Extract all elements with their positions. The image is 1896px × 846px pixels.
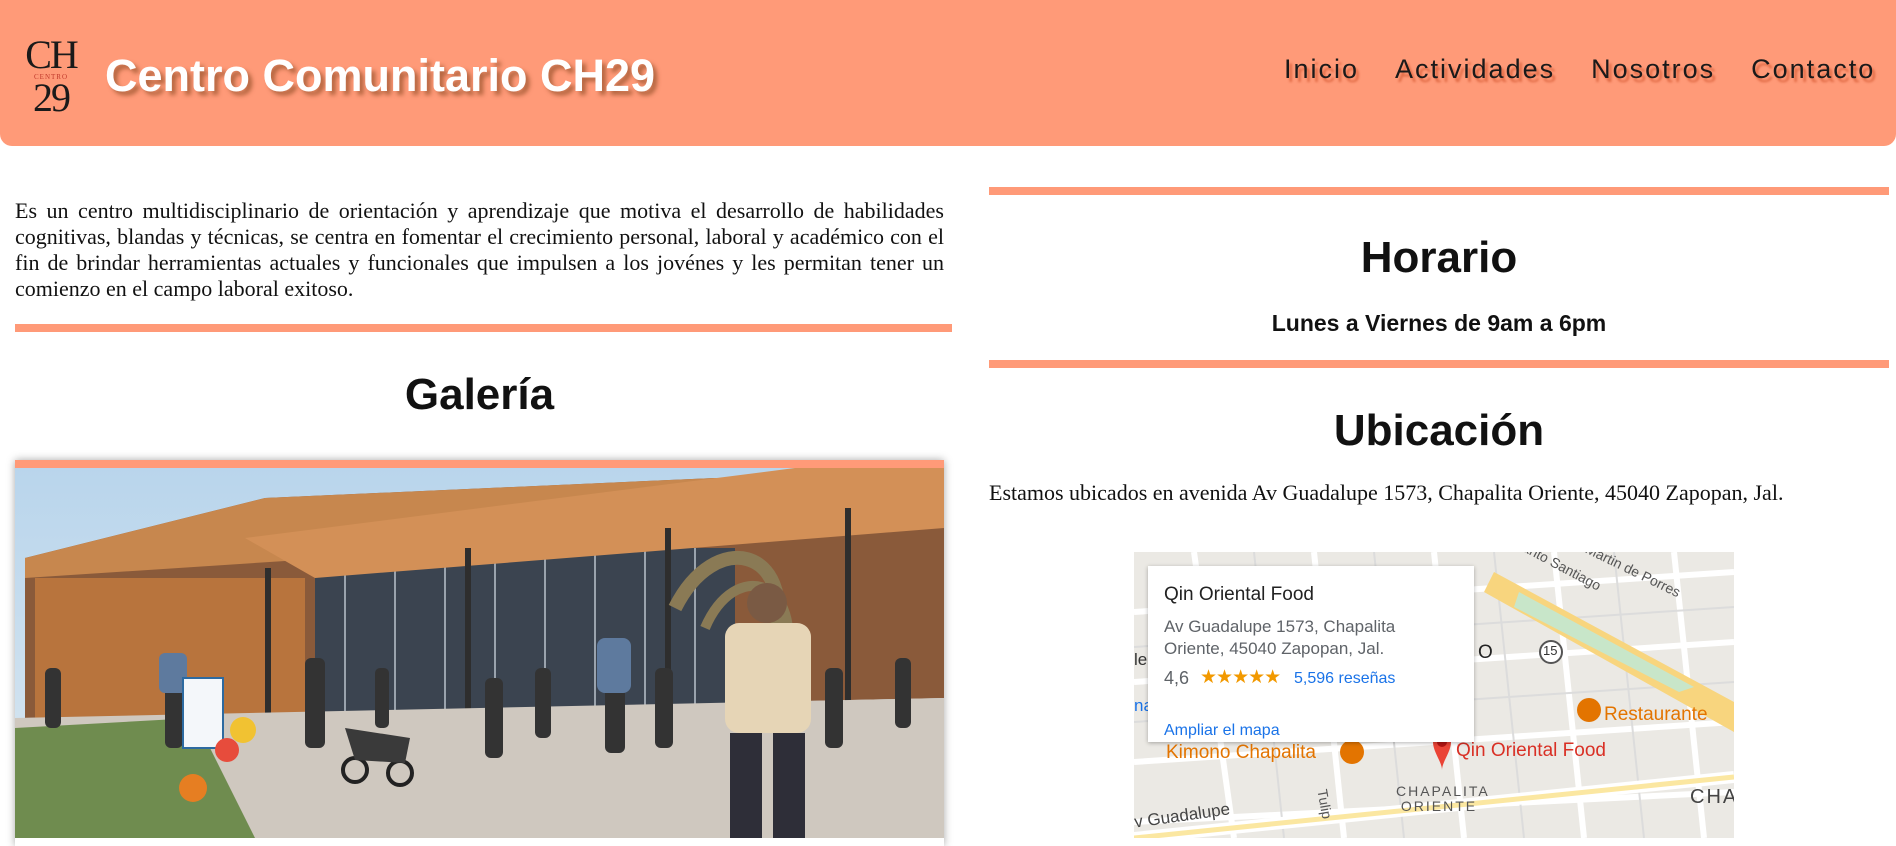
site-logo[interactable]: CH CENTRO 29 (22, 32, 80, 120)
map-label: le (1134, 650, 1148, 669)
main-nav: Inicio Actividades Nosotros Contacto (1284, 54, 1875, 85)
rating-stars-icon: ★★★★★ (1200, 667, 1281, 688)
divider (989, 187, 1889, 195)
map-route-label: 15 (1543, 643, 1558, 658)
logo-bottom: 29 (33, 75, 71, 120)
schedule-hours: Lunes a Viernes de 9am a 6pm (1271, 310, 1607, 336)
expand-map-link[interactable]: Ampliar el mapa (1164, 722, 1280, 740)
divider (15, 324, 952, 332)
schedule-title: Horario (1360, 233, 1518, 282)
poi-qin-oriental-food[interactable]: Qin Oriental Food (1456, 740, 1606, 762)
map-neighborhood-label: CHAPALITA ORIENTE (1396, 783, 1490, 814)
location-address: Estamos ubicados en avenida Av Guadalupe… (989, 480, 1784, 505)
map-info-card: Qin Oriental Food Av Guadalupe 1573, Cha… (1148, 566, 1474, 742)
reviews-link[interactable]: 5,596 reseñas (1294, 670, 1395, 688)
embedded-map[interactable]: San Martin de Porres Santo Santiago 15 O… (1134, 552, 1734, 838)
gallery-photo-drawing (15, 468, 944, 838)
nav-actividades[interactable]: Actividades (1395, 54, 1555, 85)
place-address: Av Guadalupe 1573, Chapalita Oriente, 45… (1164, 617, 1396, 658)
site-header: CH CENTRO 29 Centro Comunitario CH29 Ini… (0, 0, 1896, 146)
location-title: Ubicación (1333, 406, 1545, 455)
place-name: Qin Oriental Food (1164, 584, 1314, 605)
poi-restaurante[interactable]: Restaurante (1604, 704, 1708, 726)
nav-inicio[interactable]: Inicio (1284, 54, 1359, 85)
gallery-title: Galería (404, 370, 555, 419)
nav-contacto[interactable]: Contacto (1751, 54, 1875, 85)
poi-kimono-chapalita[interactable]: Kimono Chapalita (1166, 742, 1316, 764)
map-label: CHA (1690, 786, 1734, 808)
intro-paragraph: Es un centro multidisciplinario de orien… (15, 198, 944, 301)
place-rating: 4,6 (1164, 668, 1190, 688)
logo-top: CH (25, 32, 79, 77)
nav-nosotros[interactable]: Nosotros (1591, 54, 1715, 85)
divider (989, 360, 1889, 368)
site-title: Centro Comunitario CH29 (105, 50, 656, 101)
map-label: O (1478, 642, 1493, 663)
gallery-photo (15, 460, 944, 846)
